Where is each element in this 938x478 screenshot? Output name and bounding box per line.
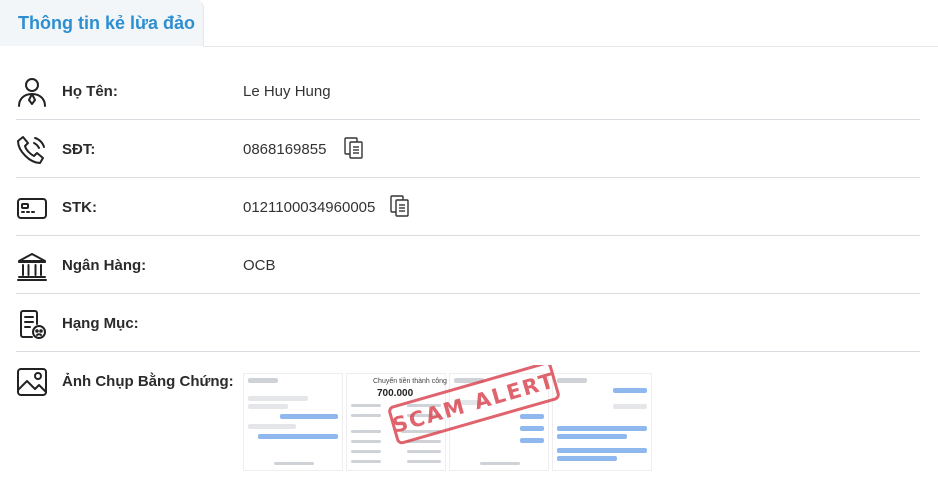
copy-account-icon[interactable] <box>389 194 411 218</box>
tab-bar: Thông tin kẻ lừa đảo <box>0 0 938 47</box>
name-label: Họ Tên: <box>62 83 118 100</box>
info-row-evidence: Ảnh Chụp Bằng Chứng: Chuyển tiền thành c… <box>16 352 920 472</box>
name-value: Le Huy Hung <box>243 83 331 100</box>
transfer-amount: 700.000 <box>377 388 414 399</box>
info-row-phone: SĐT: 0868169855 <box>16 120 920 178</box>
transfer-title: Chuyển tiền thành công <box>373 378 447 385</box>
info-row-bank: Ngân Hàng: OCB <box>16 236 920 294</box>
info-row-account: STK: 0121100034960005 <box>16 178 920 236</box>
category-label: Hạng Mục: <box>62 315 139 332</box>
card-icon <box>16 192 48 224</box>
bank-label: Ngân Hàng: <box>62 257 147 274</box>
phone-icon <box>16 134 48 166</box>
phone-label: SĐT: <box>62 141 96 158</box>
evidence-image[interactable]: Chuyển tiền thành công 700.000 SCAM ALER… <box>243 365 655 471</box>
account-value: 0121100034960005 <box>243 199 376 216</box>
evidence-label: Ảnh Chụp Bằng Chứng: <box>62 373 234 390</box>
bank-value: OCB <box>243 257 276 274</box>
evidence-screenshot-chat-3 <box>552 373 652 471</box>
copy-phone-icon[interactable] <box>343 136 365 160</box>
image-icon <box>16 366 48 398</box>
account-label: STK: <box>62 199 97 216</box>
phone-value: 0868169855 <box>243 141 327 158</box>
category-icon <box>16 308 48 340</box>
evidence-screenshot-chat-1 <box>243 373 343 471</box>
info-row-category: Hạng Mục: <box>16 294 920 352</box>
person-icon <box>16 76 48 108</box>
bank-icon <box>16 250 48 282</box>
info-row-name: Họ Tên: Le Huy Hung <box>16 62 920 120</box>
tab-title: Thông tin kẻ lừa đảo <box>18 13 196 33</box>
tab-scammer-info[interactable]: Thông tin kẻ lừa đảo <box>0 0 204 47</box>
